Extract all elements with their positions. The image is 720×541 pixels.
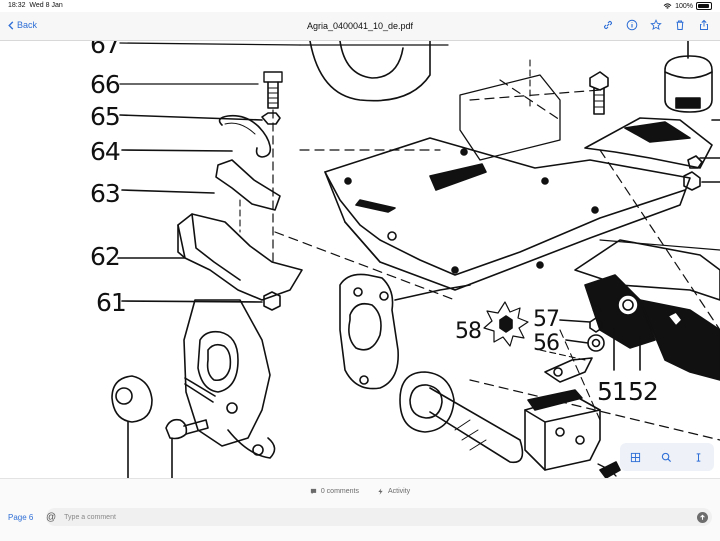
comment-meta: 0 comments Activity <box>0 488 720 495</box>
activity-link[interactable]: Activity <box>377 488 410 495</box>
search-icon[interactable] <box>661 452 672 463</box>
star-icon[interactable] <box>650 19 662 31</box>
callout-58: 58 <box>455 319 481 344</box>
callout-51: 51 <box>597 377 627 406</box>
callout-67: 67 <box>90 41 120 59</box>
grid-icon[interactable] <box>630 452 641 463</box>
trash-icon[interactable] <box>674 19 686 31</box>
bolt-icon <box>378 488 383 495</box>
battery-icon <box>696 2 712 10</box>
comment-input-box: @ <box>46 508 712 526</box>
status-right: 100% <box>663 2 712 10</box>
mention-icon[interactable]: @ <box>46 512 56 523</box>
callout-65: 65 <box>90 102 120 131</box>
floating-toolbar <box>620 443 714 471</box>
callout-61: 61 <box>96 288 126 317</box>
status-time: 18:32 Wed 8 Jan <box>8 2 63 9</box>
comment-icon <box>310 488 316 495</box>
callout-56: 56 <box>533 331 559 356</box>
page-indicator[interactable]: Page 6 <box>8 513 33 522</box>
pdf-page[interactable]: 67 66 65 64 63 62 61 58 57 56 51 52 <box>0 41 720 478</box>
callout-64: 64 <box>90 137 120 166</box>
send-button[interactable] <box>697 511 708 523</box>
callout-62: 62 <box>90 242 120 271</box>
callout-57: 57 <box>533 307 559 332</box>
clock-time: 18:32 <box>8 2 26 9</box>
nav-bar: Back Agria_0400041_10_de.pdf <box>0 12 720 41</box>
arrow-up-icon <box>700 514 705 520</box>
info-icon[interactable] <box>626 19 638 31</box>
comment-input[interactable] <box>62 512 697 522</box>
text-cursor-icon[interactable] <box>693 452 704 463</box>
callout-66: 66 <box>90 70 120 99</box>
wifi-icon <box>663 2 672 9</box>
battery-percent: 100% <box>675 2 693 10</box>
callout-52: 52 <box>628 377 658 406</box>
comment-panel: 0 comments Activity Page 6 @ <box>0 478 720 541</box>
clock-date: Wed 8 Jan <box>29 2 63 9</box>
activity-label: Activity <box>387 488 411 495</box>
exploded-parts-drawing: 67 66 65 64 63 62 61 58 57 56 51 52 <box>90 41 720 478</box>
callout-63: 63 <box>90 179 120 208</box>
comments-label: 0 comments <box>320 488 359 495</box>
status-bar: 18:32 Wed 8 Jan 100% <box>0 0 720 12</box>
link-icon[interactable] <box>602 19 614 31</box>
toolbar <box>602 19 710 31</box>
share-icon[interactable] <box>698 19 710 31</box>
comments-count[interactable]: 0 comments <box>310 488 359 495</box>
